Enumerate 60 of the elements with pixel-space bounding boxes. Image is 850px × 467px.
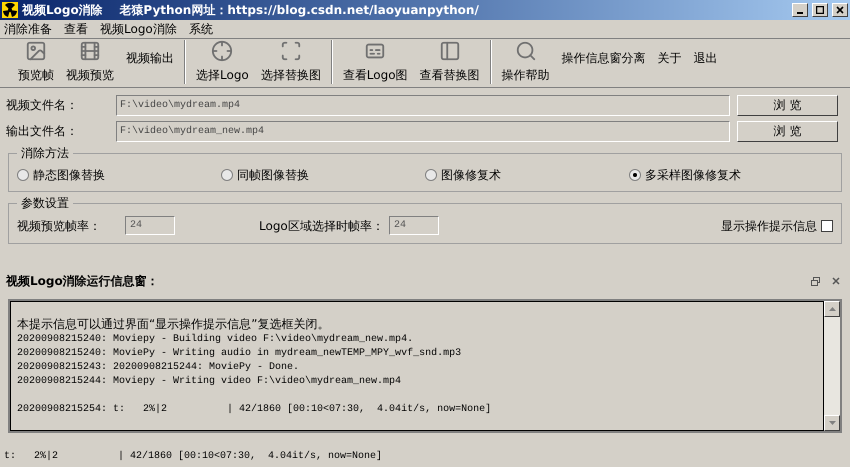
radio-option[interactable]: 静态图像替换 (17, 166, 105, 184)
radio-button[interactable] (17, 169, 29, 181)
radio-option[interactable]: 多采样图像修复术 (629, 166, 741, 184)
menu-item[interactable]: 查看 (64, 20, 88, 38)
film-reel-icon (79, 40, 101, 62)
log-line: 20200908215243: 20200908215244: MoviePy - Done. (17, 361, 300, 375)
menu-item[interactable]: 视频Logo消除 (100, 20, 177, 38)
radiation-icon (2, 2, 18, 18)
status-text: t: 2%|2 | 42/1860 [00:10<07:30, 4.04it/s, now=None] (4, 450, 382, 464)
field-label: Logo区域选择时帧率： (259, 218, 385, 234)
radio-button[interactable] (629, 169, 641, 181)
field-label: 输出文件名： (6, 123, 79, 140)
scan-frame-icon (280, 40, 302, 62)
frame-rate-field[interactable]: 24 (389, 216, 439, 235)
toolbar-button[interactable]: 视频输出 (120, 44, 180, 66)
crosshair-icon (211, 40, 234, 62)
toolbar-button[interactable]: 查看替换图 (414, 40, 486, 84)
log-line: 20200908215240: Moviepy - Building video F:\video\mydream_new.mp4. (17, 333, 414, 347)
group-title: 消除方法 (20, 145, 70, 162)
maximize-icon[interactable] (812, 3, 828, 17)
toolbar-button[interactable]: 退出 (688, 44, 724, 66)
toolbar-button[interactable]: 查看Logo图 (336, 40, 414, 84)
checkbox[interactable] (821, 220, 833, 232)
minimize-icon[interactable] (792, 3, 808, 17)
window-title: 视频Logo消除 老猿Python网址：https://blog.csdn.net/laoyuanpython/ (22, 2, 480, 19)
log-line: 20200908215254: t: 2%|2 | 42/1860 [00:10<07:30, 4.04it/s, now=None] (17, 403, 492, 417)
file-path-field[interactable]: F:\video\mydream.mp4 (116, 94, 730, 116)
field-label: 视频文件名： (6, 97, 79, 114)
log-line: 20200908215240: MoviePy - Writing audio in mydream_newTEMP_MPY_wvf_snd.mp3 (17, 347, 462, 361)
log-text-area[interactable] (10, 301, 824, 431)
toolbar-button[interactable]: 选择Logo (190, 40, 255, 84)
browse-button[interactable]: 浏 览 (737, 94, 838, 116)
toolbar-button[interactable]: 视频预览 (60, 40, 120, 84)
frame-rate-field[interactable]: 24 (125, 216, 175, 235)
toolbar-button[interactable]: 选择替换图 (254, 40, 327, 84)
panel-title: 视频Logo消除运行信息窗： (6, 273, 160, 290)
restore-icon[interactable] (811, 276, 820, 286)
browse-button[interactable]: 浏 览 (737, 120, 838, 142)
radio-option[interactable]: 同帧图像替换 (221, 166, 309, 184)
scroll-down-icon[interactable] (824, 415, 840, 431)
file-path-field[interactable]: F:\video\mydream_new.mp4 (116, 120, 730, 142)
radio-button[interactable] (221, 169, 233, 181)
toolbar-button[interactable]: 预览帧 (12, 40, 60, 84)
scrollbar[interactable] (824, 301, 840, 431)
radio-option[interactable]: 图像修复术 (425, 166, 501, 184)
toolbar-button[interactable]: 关于 (652, 44, 688, 66)
toolbar-button[interactable]: 操作帮助 (496, 40, 556, 84)
field-label: 视频预览帧率： (17, 218, 102, 234)
log-line: 本提示信息可以通过界面“显示操作提示信息”复选框关闭。 (17, 317, 330, 333)
menu-item[interactable]: 系统 (188, 20, 213, 38)
menu-item[interactable]: 消除准备 (4, 20, 52, 38)
scroll-up-icon[interactable] (824, 301, 840, 317)
checkbox-option[interactable]: 显示操作提示信息 (721, 216, 833, 234)
image-icon (25, 40, 47, 62)
radio-button[interactable] (425, 169, 437, 181)
magnifier-icon (514, 40, 537, 62)
group-title: 参数设置 (20, 195, 70, 212)
panel-icon (438, 40, 461, 62)
log-line: 20200908215244: Moviepy - Writing video F:\video\mydream_new.mp4 (17, 375, 402, 389)
toolbar-button[interactable]: 操作信息窗分离 (556, 44, 652, 66)
